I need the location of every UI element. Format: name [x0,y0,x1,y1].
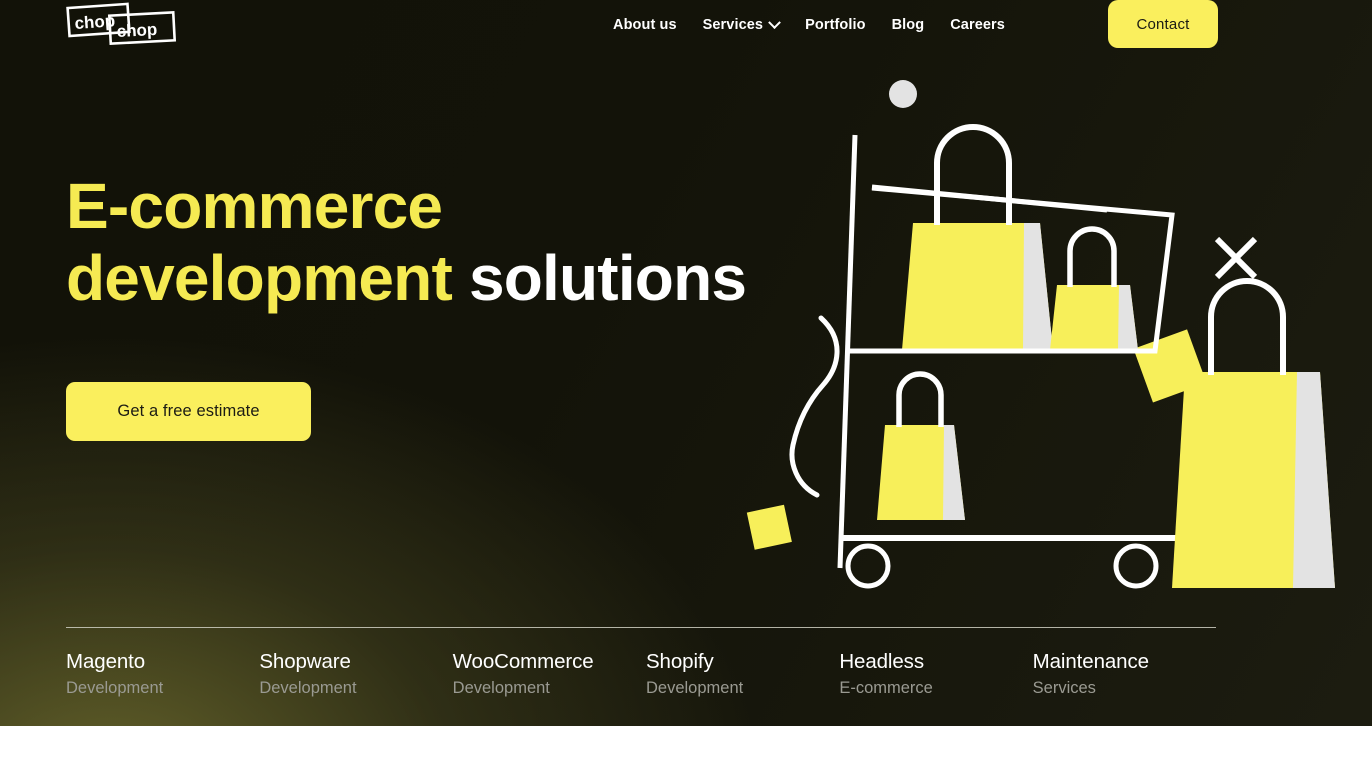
service-subtitle: Development [452,678,550,697]
logo-chopchop[interactable]: chop chop [66,2,186,48]
nav-label: Services [702,17,764,33]
service-title: Magento [66,650,146,673]
service-title: WooCommerce [452,650,594,673]
services-strip: Magento Development Shopware Development… [66,648,1226,700]
squiggle-icon [789,315,840,498]
svg-text:chop: chop [116,20,158,41]
x-mark-icon [1214,236,1258,280]
nav-label: Careers [950,17,1005,33]
nav-item-services[interactable]: Services [690,11,792,39]
nav-item-blog[interactable]: Blog [879,11,938,39]
cart-wheel-left [845,543,891,589]
service-title: Shopware [259,650,351,673]
service-subtitle: Services [1032,678,1096,697]
nav-label: Blog [891,17,925,33]
hero-section: chop chop About us Services Portfolio Bl… [0,0,1372,726]
service-subtitle: Development [645,678,744,697]
shopping-bag-small [877,371,965,520]
service-item-magento[interactable]: Magento Development [66,648,259,700]
nav-item-about-us[interactable]: About us [600,11,690,39]
nav-item-portfolio[interactable]: Portfolio [792,11,879,39]
nav-label: Portfolio [805,17,866,33]
nav-label: About us [613,17,677,33]
headline-accent: E-commerce development [66,170,453,315]
service-item-shopify[interactable]: Shopify Development [646,648,839,700]
shopping-bag-large [902,124,1053,350]
services-divider [66,627,1216,628]
circle-dot-icon [889,80,917,108]
service-item-shopware[interactable]: Shopware Development [259,648,452,700]
hero-illustration [735,55,1372,605]
page-title: E-commerce development solutions [66,170,766,315]
contact-button[interactable]: Contact [1108,0,1218,48]
get-estimate-button[interactable]: Get a free estimate [66,382,311,441]
service-subtitle: Development [66,678,164,697]
chevron-down-icon [768,15,781,29]
service-item-maintenance[interactable]: Maintenance Services [1033,648,1226,700]
service-subtitle: Development [259,678,357,697]
site-header: chop chop About us Services Portfolio Bl… [0,0,1372,50]
shopping-bag-medium [1050,226,1138,350]
shopping-bag-right [1172,278,1335,588]
headline-rest: solutions [468,242,747,315]
svg-text:chop: chop [74,11,116,33]
main-navigation: About us Services Portfolio Blog Careers [600,0,1018,50]
service-title: Shopify [645,650,714,673]
service-item-headless[interactable]: Headless E-commerce [839,648,1032,700]
service-item-woocommerce[interactable]: WooCommerce Development [453,648,646,700]
cart-wheel-right [1113,543,1159,589]
nav-item-careers[interactable]: Careers [937,11,1018,39]
service-subtitle: E-commerce [839,678,933,697]
service-title: Maintenance [1032,650,1149,673]
square-bottom-icon [746,504,792,550]
page-root: chop chop About us Services Portfolio Bl… [0,0,1372,782]
service-title: Headless [839,650,924,673]
